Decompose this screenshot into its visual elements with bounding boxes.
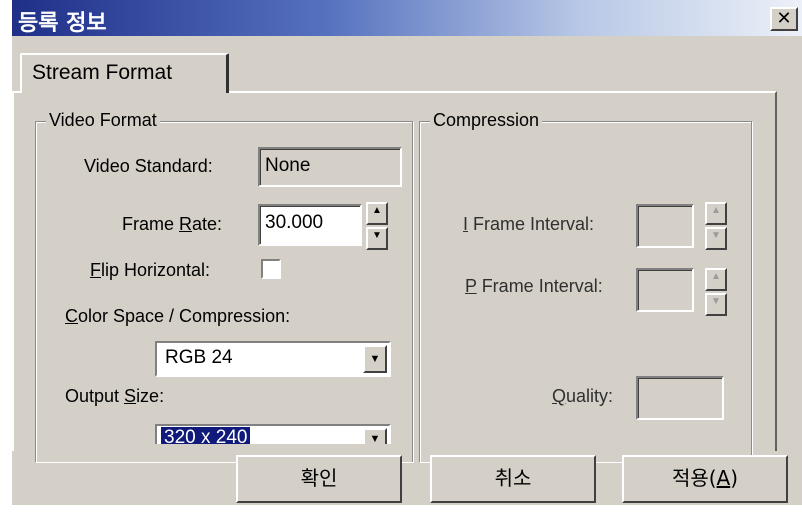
color-space-select[interactable]: RGB 24 ▼ [155, 341, 391, 377]
title-bar: 등록 정보 ✕ [12, 0, 802, 36]
flip-horizontal-checkbox[interactable] [261, 259, 281, 279]
output-size-label: Output Size: [65, 386, 165, 406]
window-title: 등록 정보 [18, 11, 107, 36]
color-space-value: RGB 24 [165, 347, 233, 368]
i-frame-down-button[interactable]: ▼ [705, 227, 727, 250]
flip-horizontal-label: Flip Horizontal: [90, 260, 211, 280]
apply-button[interactable]: 적용(A) [622, 455, 788, 503]
output-size-select[interactable]: 320 x 240 ▼ [155, 424, 391, 444]
p-frame-interval-label: P Frame Interval: [465, 276, 603, 296]
i-frame-up-button[interactable]: ▲ [705, 202, 727, 225]
i-frame-interval-label: I Frame Interval: [463, 214, 595, 234]
frame-rate-up-button[interactable]: ▲ [366, 202, 388, 225]
spin-down-icon: ▼ [711, 296, 721, 307]
ok-button[interactable]: 확인 [236, 455, 402, 503]
close-button[interactable]: ✕ [770, 7, 798, 31]
cancel-button[interactable]: 취소 [430, 455, 596, 503]
compression-title: Compression [430, 110, 543, 131]
output-size-dropdown-button[interactable]: ▼ [363, 428, 387, 444]
spin-down-icon: ▼ [711, 230, 721, 241]
chevron-down-icon: ▼ [369, 353, 381, 365]
close-icon: ✕ [776, 8, 792, 28]
tab-label: Stream Format [32, 61, 173, 84]
p-frame-up-button[interactable]: ▲ [705, 268, 727, 291]
frame-rate-label: Frame Rate: [122, 214, 223, 234]
spin-up-icon: ▲ [372, 205, 382, 216]
p-frame-interval-input[interactable] [636, 268, 694, 312]
color-space-dropdown-button[interactable]: ▼ [363, 345, 387, 373]
frame-rate-input[interactable]: 30.000 [258, 204, 362, 246]
p-frame-down-button[interactable]: ▼ [705, 293, 727, 316]
quality-input[interactable] [636, 376, 724, 420]
output-size-value: 320 x 240 [161, 427, 251, 444]
spin-up-icon: ▲ [711, 205, 721, 216]
tab-stream-format[interactable]: Stream Format [20, 53, 229, 93]
color-space-label: Color Space / Compression: [65, 306, 291, 326]
spin-up-icon: ▲ [711, 271, 721, 282]
chevron-down-icon: ▼ [369, 433, 381, 444]
i-frame-interval-input[interactable] [636, 204, 694, 248]
video-standard-label: Video Standard: [84, 156, 213, 176]
video-standard-field: None [258, 147, 402, 187]
quality-label: Quality: [552, 386, 614, 406]
video-format-title: Video Format [46, 110, 160, 131]
frame-rate-down-button[interactable]: ▼ [366, 227, 388, 250]
video-standard-value: None [265, 155, 311, 176]
spin-down-icon: ▼ [372, 230, 382, 241]
frame-rate-value: 30.000 [265, 212, 324, 233]
